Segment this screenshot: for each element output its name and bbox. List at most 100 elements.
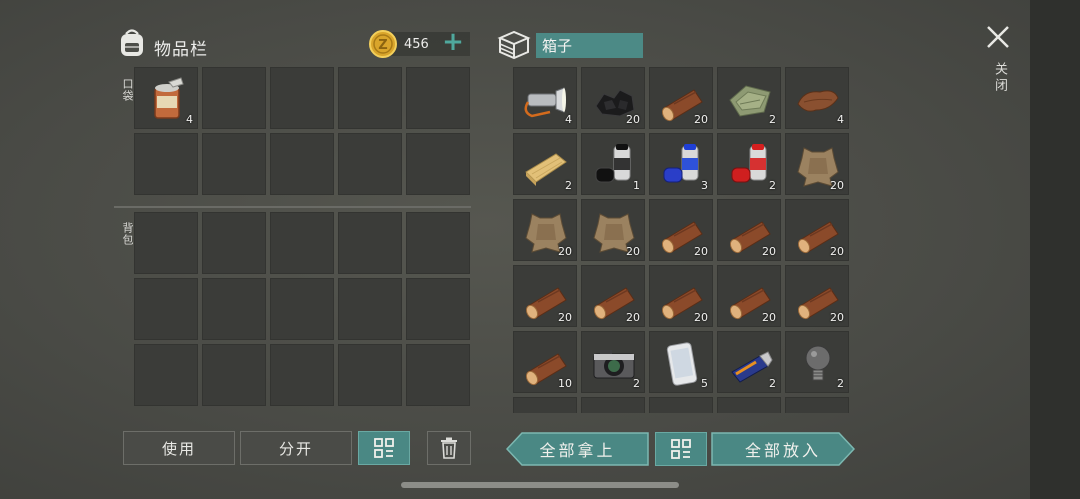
item-quantity: 10 xyxy=(558,377,572,390)
item-slot[interactable] xyxy=(134,133,198,195)
item-slot[interactable] xyxy=(202,212,266,274)
black-paint-icon xyxy=(595,144,631,183)
box-sort-button[interactable] xyxy=(655,432,707,466)
item-slot[interactable]: 20 xyxy=(581,199,645,261)
item-slot[interactable]: 20 xyxy=(513,265,577,327)
grid-sort-icon xyxy=(374,438,394,458)
item-slot[interactable] xyxy=(581,397,645,413)
item-slot[interactable]: 5 xyxy=(649,331,713,393)
discard-button[interactable] xyxy=(427,431,471,465)
item-slot[interactable]: 2 xyxy=(717,331,781,393)
item-quantity: 20 xyxy=(762,311,776,324)
item-slot[interactable] xyxy=(717,397,781,413)
item-quantity: 20 xyxy=(694,311,708,324)
box-name-field[interactable]: 箱子 xyxy=(536,33,643,58)
item-slot[interactable] xyxy=(338,344,402,406)
z-coin-icon: Z xyxy=(369,30,397,58)
item-quantity: 20 xyxy=(694,113,708,126)
item-slot[interactable] xyxy=(406,212,470,274)
item-slot[interactable] xyxy=(134,212,198,274)
item-slot[interactable] xyxy=(338,133,402,195)
backpack-grid xyxy=(134,212,470,406)
item-slot[interactable] xyxy=(270,67,334,129)
item-slot[interactable] xyxy=(513,397,577,413)
item-slot[interactable] xyxy=(785,397,849,413)
item-slot[interactable] xyxy=(134,278,198,340)
pocket-label: 口袋 xyxy=(121,78,134,102)
item-slot[interactable] xyxy=(338,212,402,274)
item-slot[interactable] xyxy=(406,344,470,406)
inventory-sort-button[interactable] xyxy=(358,431,410,465)
grid-sort-icon xyxy=(671,439,691,459)
item-slot[interactable]: 20 xyxy=(717,199,781,261)
item-slot[interactable]: 2 xyxy=(717,67,781,129)
item-slot[interactable]: 20 xyxy=(649,265,713,327)
item-slot[interactable]: 20 xyxy=(649,67,713,129)
plank-icon xyxy=(525,153,567,186)
item-slot[interactable]: 10 xyxy=(513,331,577,393)
inventory-title: 物品栏 xyxy=(154,40,208,60)
item-slot[interactable] xyxy=(406,67,470,129)
item-slot[interactable] xyxy=(406,133,470,195)
item-slot[interactable] xyxy=(270,133,334,195)
item-slot[interactable]: 20 xyxy=(785,265,849,327)
split-button[interactable]: 分开 xyxy=(240,431,352,465)
item-slot[interactable] xyxy=(202,344,266,406)
item-slot[interactable] xyxy=(202,278,266,340)
light-bulb-icon xyxy=(805,345,831,381)
item-slot[interactable]: 4 xyxy=(513,67,577,129)
item-quantity: 4 xyxy=(837,113,844,126)
item-quantity: 20 xyxy=(694,245,708,258)
backpack-label: 背包 xyxy=(121,222,134,246)
item-quantity: 2 xyxy=(769,113,776,126)
item-slot[interactable]: 20 xyxy=(581,265,645,327)
item-slot[interactable]: 20 xyxy=(785,199,849,261)
item-slot[interactable]: 20 xyxy=(513,199,577,261)
item-slot[interactable]: 20 xyxy=(581,67,645,129)
item-slot[interactable]: 20 xyxy=(649,199,713,261)
item-quantity: 2 xyxy=(633,377,640,390)
item-slot[interactable]: 3 xyxy=(649,133,713,195)
home-indicator[interactable] xyxy=(401,482,679,488)
item-quantity: 20 xyxy=(830,179,844,192)
item-slot[interactable]: 20 xyxy=(785,133,849,195)
item-slot[interactable] xyxy=(270,278,334,340)
pocket-grid: 4 xyxy=(134,67,470,195)
item-slot[interactable]: 20 xyxy=(717,265,781,327)
item-slot[interactable]: 2 xyxy=(581,331,645,393)
item-slot[interactable] xyxy=(338,67,402,129)
item-quantity: 20 xyxy=(626,113,640,126)
inventory-header: 物品栏 Z 456 + xyxy=(116,26,476,62)
canned-food-icon xyxy=(154,77,184,119)
item-slot[interactable] xyxy=(406,278,470,340)
item-slot[interactable]: 2 xyxy=(513,133,577,195)
cloth-icon xyxy=(729,85,771,117)
item-quantity: 20 xyxy=(762,245,776,258)
item-slot[interactable]: 2 xyxy=(785,331,849,393)
item-slot[interactable]: 2 xyxy=(717,133,781,195)
use-button[interactable]: 使用 xyxy=(123,431,235,465)
item-quantity: 2 xyxy=(565,179,572,192)
item-quantity: 4 xyxy=(565,113,572,126)
item-slot[interactable] xyxy=(202,67,266,129)
item-quantity: 3 xyxy=(701,179,708,192)
item-slot[interactable] xyxy=(202,133,266,195)
item-slot[interactable]: 4 xyxy=(134,67,198,129)
put-all-button[interactable]: 全部放入 xyxy=(711,432,855,466)
trash-icon xyxy=(441,437,457,459)
item-slot[interactable] xyxy=(649,397,713,413)
coin-count: 456 xyxy=(404,37,429,52)
item-slot[interactable]: 4 xyxy=(785,67,849,129)
add-coins-button[interactable]: + xyxy=(442,27,464,57)
item-slot[interactable] xyxy=(338,278,402,340)
close-icon[interactable] xyxy=(985,24,1011,50)
close-label[interactable]: 关闭 xyxy=(990,62,1009,94)
item-slot[interactable] xyxy=(270,344,334,406)
take-all-button[interactable]: 全部拿上 xyxy=(506,432,649,466)
item-quantity: 2 xyxy=(769,179,776,192)
item-slot[interactable] xyxy=(134,344,198,406)
item-slot[interactable]: 1 xyxy=(581,133,645,195)
item-quantity: 1 xyxy=(633,179,640,192)
item-quantity: 2 xyxy=(769,377,776,390)
item-slot[interactable] xyxy=(270,212,334,274)
